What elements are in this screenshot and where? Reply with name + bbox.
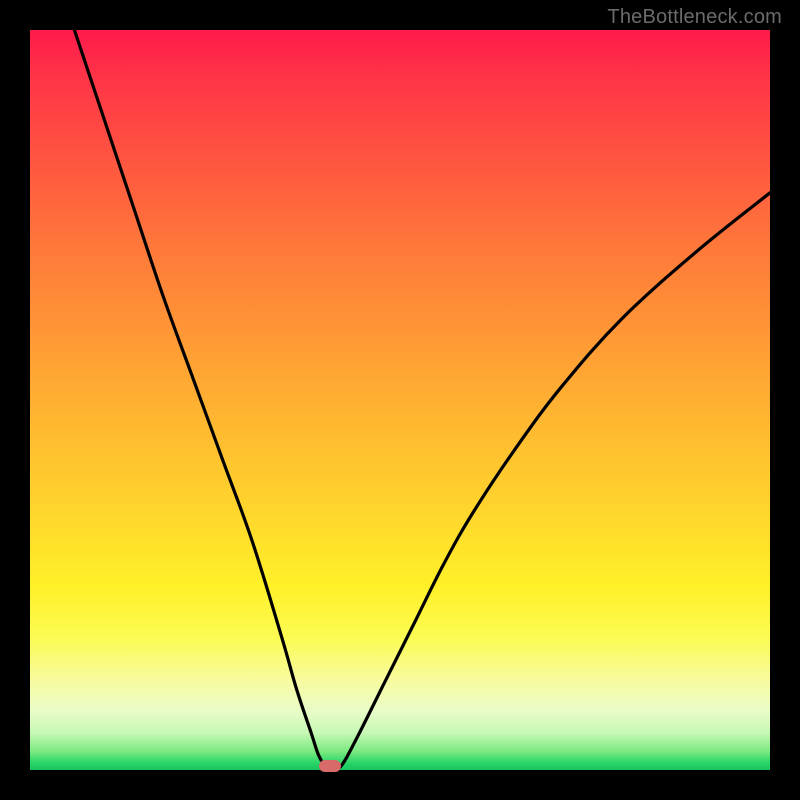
chart-frame: TheBottleneck.com — [0, 0, 800, 800]
plot-area — [30, 30, 770, 770]
watermark-text: TheBottleneck.com — [607, 6, 782, 29]
minimum-marker — [319, 760, 341, 772]
bottleneck-curve — [30, 30, 770, 770]
